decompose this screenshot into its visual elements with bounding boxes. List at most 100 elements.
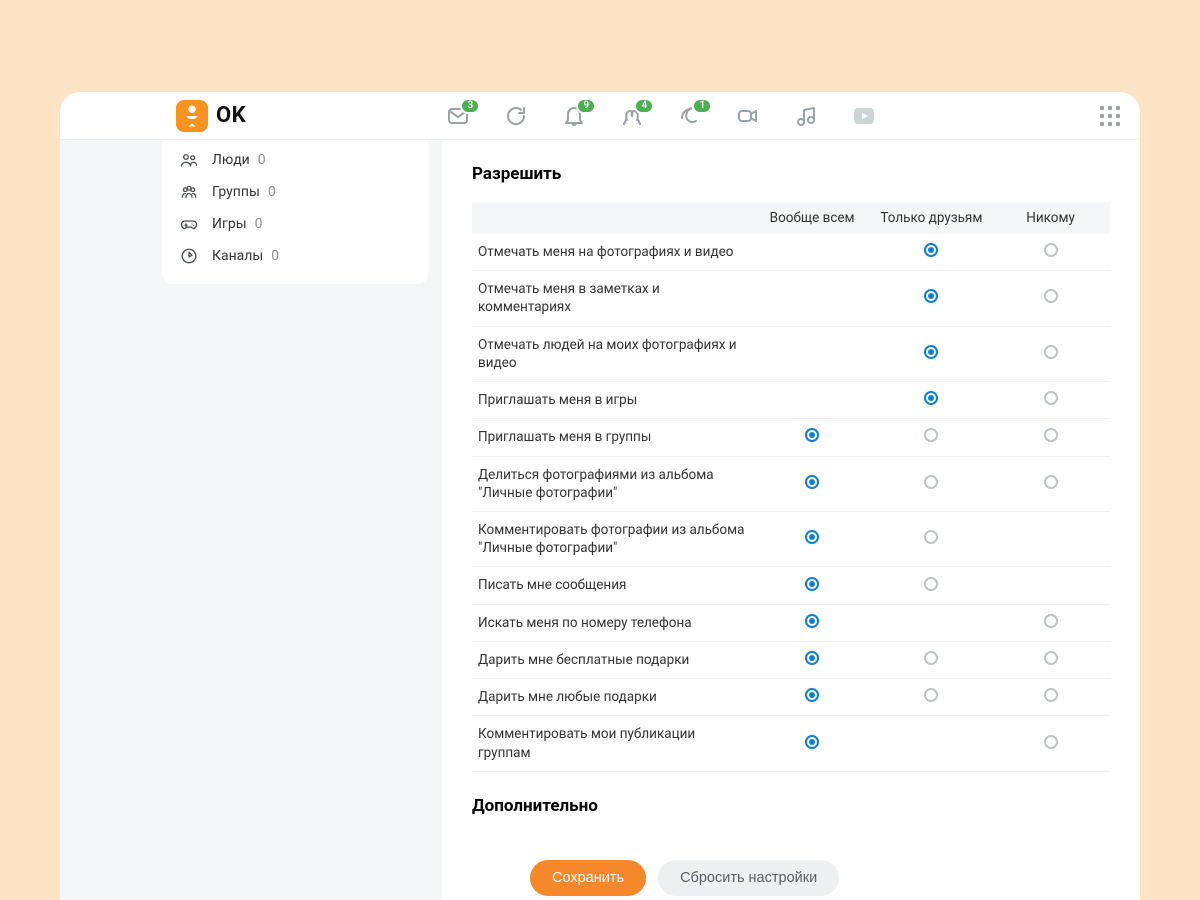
permission-cell <box>872 641 991 678</box>
sidebar-item-count: 0 <box>258 152 266 168</box>
events-badge: 1 <box>692 98 712 114</box>
table-row: Приглашать меня в игры <box>472 382 1110 419</box>
notifications-badge: 9 <box>576 98 596 114</box>
sidebar-item-count: 0 <box>271 248 279 264</box>
permission-label: Приглашать меня в игры <box>472 382 753 419</box>
permission-cell <box>753 382 872 419</box>
permission-cell <box>872 271 991 326</box>
permission-cell <box>753 326 872 381</box>
radio-option[interactable] <box>805 651 819 665</box>
permission-label: Писать мне сообщения <box>472 567 753 604</box>
video-call-icon[interactable] <box>736 104 760 128</box>
permission-label: Дарить мне любые подарки <box>472 679 753 716</box>
permission-cell <box>753 419 872 456</box>
col-friends: Только друзьям <box>872 202 991 234</box>
discussions-icon[interactable] <box>504 104 528 128</box>
radio-option[interactable] <box>1044 391 1058 405</box>
radio-option[interactable] <box>805 688 819 702</box>
radio-option[interactable] <box>1044 735 1058 749</box>
people-icon <box>180 151 198 169</box>
logo-text: OK <box>216 103 246 128</box>
col-all: Вообще всем <box>753 202 872 234</box>
permission-cell <box>753 679 872 716</box>
permission-cell <box>753 567 872 604</box>
radio-option[interactable] <box>1044 475 1058 489</box>
sidebar-item-count: 0 <box>255 216 263 232</box>
radio-option[interactable] <box>924 243 938 257</box>
sidebar-item-channels[interactable]: Каналы 0 <box>162 240 428 272</box>
apps-menu-icon[interactable] <box>1100 106 1120 126</box>
logo[interactable]: OK <box>176 100 246 132</box>
permission-cell <box>872 567 991 604</box>
permission-label: Делиться фотографиями из альбома "Личные… <box>472 456 753 511</box>
notifications-icon[interactable]: 9 <box>562 104 586 128</box>
section-title: Разрешить <box>472 164 1110 184</box>
permission-cell <box>991 567 1110 604</box>
permission-cell <box>991 604 1110 641</box>
radio-option[interactable] <box>924 651 938 665</box>
sidebar: Люди 0 Группы 0 Игры 0 Каналы 0 <box>162 140 428 284</box>
radio-option[interactable] <box>924 345 938 359</box>
sidebar-item-label: Группы <box>212 184 260 200</box>
permission-cell <box>991 679 1110 716</box>
permission-cell <box>872 716 991 771</box>
permission-cell <box>753 271 872 326</box>
sidebar-item-count: 0 <box>268 184 276 200</box>
radio-option[interactable] <box>805 428 819 442</box>
messages-icon[interactable]: 3 <box>446 104 470 128</box>
radio-option[interactable] <box>1044 289 1058 303</box>
permission-cell <box>872 604 991 641</box>
permission-label: Искать меня по номеру телефона <box>472 604 753 641</box>
additional-title: Дополнительно <box>472 796 1110 816</box>
permission-cell <box>991 234 1110 271</box>
video-icon[interactable] <box>852 104 876 128</box>
radio-option[interactable] <box>1044 345 1058 359</box>
permission-label: Отмечать меня в заметках и комментариях <box>472 271 753 326</box>
radio-option[interactable] <box>924 391 938 405</box>
messages-badge: 3 <box>460 98 480 114</box>
radio-option[interactable] <box>1044 243 1058 257</box>
radio-option[interactable] <box>1044 614 1058 628</box>
events-icon[interactable]: 1 <box>678 104 702 128</box>
radio-option[interactable] <box>924 577 938 591</box>
sidebar-item-label: Игры <box>212 216 247 232</box>
radio-option[interactable] <box>805 475 819 489</box>
sidebar-item-people[interactable]: Люди 0 <box>162 144 428 176</box>
permission-cell <box>991 641 1110 678</box>
permission-cell <box>991 511 1110 566</box>
radio-option[interactable] <box>805 530 819 544</box>
permission-cell <box>872 382 991 419</box>
guests-icon[interactable]: 4 <box>620 104 644 128</box>
permission-cell <box>872 326 991 381</box>
radio-option[interactable] <box>924 688 938 702</box>
radio-option[interactable] <box>924 530 938 544</box>
radio-option[interactable] <box>924 428 938 442</box>
radio-option[interactable] <box>805 614 819 628</box>
reset-button[interactable]: Сбросить настройки <box>658 860 839 896</box>
sidebar-item-groups[interactable]: Группы 0 <box>162 176 428 208</box>
permission-cell <box>753 604 872 641</box>
table-row: Комментировать мои публикации группам <box>472 716 1110 771</box>
permissions-table: Вообще всем Только друзьям Никому Отмеча… <box>472 202 1110 772</box>
music-icon[interactable] <box>794 104 818 128</box>
main-panel: Разрешить Вообще всем Только друзьям Ник… <box>442 140 1140 900</box>
col-none: Никому <box>991 202 1110 234</box>
header: OK 3 9 4 1 <box>60 92 1140 140</box>
permission-cell <box>872 456 991 511</box>
radio-option[interactable] <box>924 475 938 489</box>
radio-option[interactable] <box>1044 651 1058 665</box>
app-window: OK 3 9 4 1 <box>60 92 1140 900</box>
permission-cell <box>991 326 1110 381</box>
radio-option[interactable] <box>805 735 819 749</box>
games-icon <box>180 215 198 233</box>
radio-option[interactable] <box>1044 688 1058 702</box>
radio-option[interactable] <box>924 289 938 303</box>
table-row: Писать мне сообщения <box>472 567 1110 604</box>
table-row: Приглашать меня в группы <box>472 419 1110 456</box>
permission-cell <box>991 271 1110 326</box>
permission-cell <box>872 234 991 271</box>
radio-option[interactable] <box>1044 428 1058 442</box>
radio-option[interactable] <box>805 577 819 591</box>
save-button[interactable]: Сохранить <box>530 860 646 896</box>
sidebar-item-games[interactable]: Игры 0 <box>162 208 428 240</box>
